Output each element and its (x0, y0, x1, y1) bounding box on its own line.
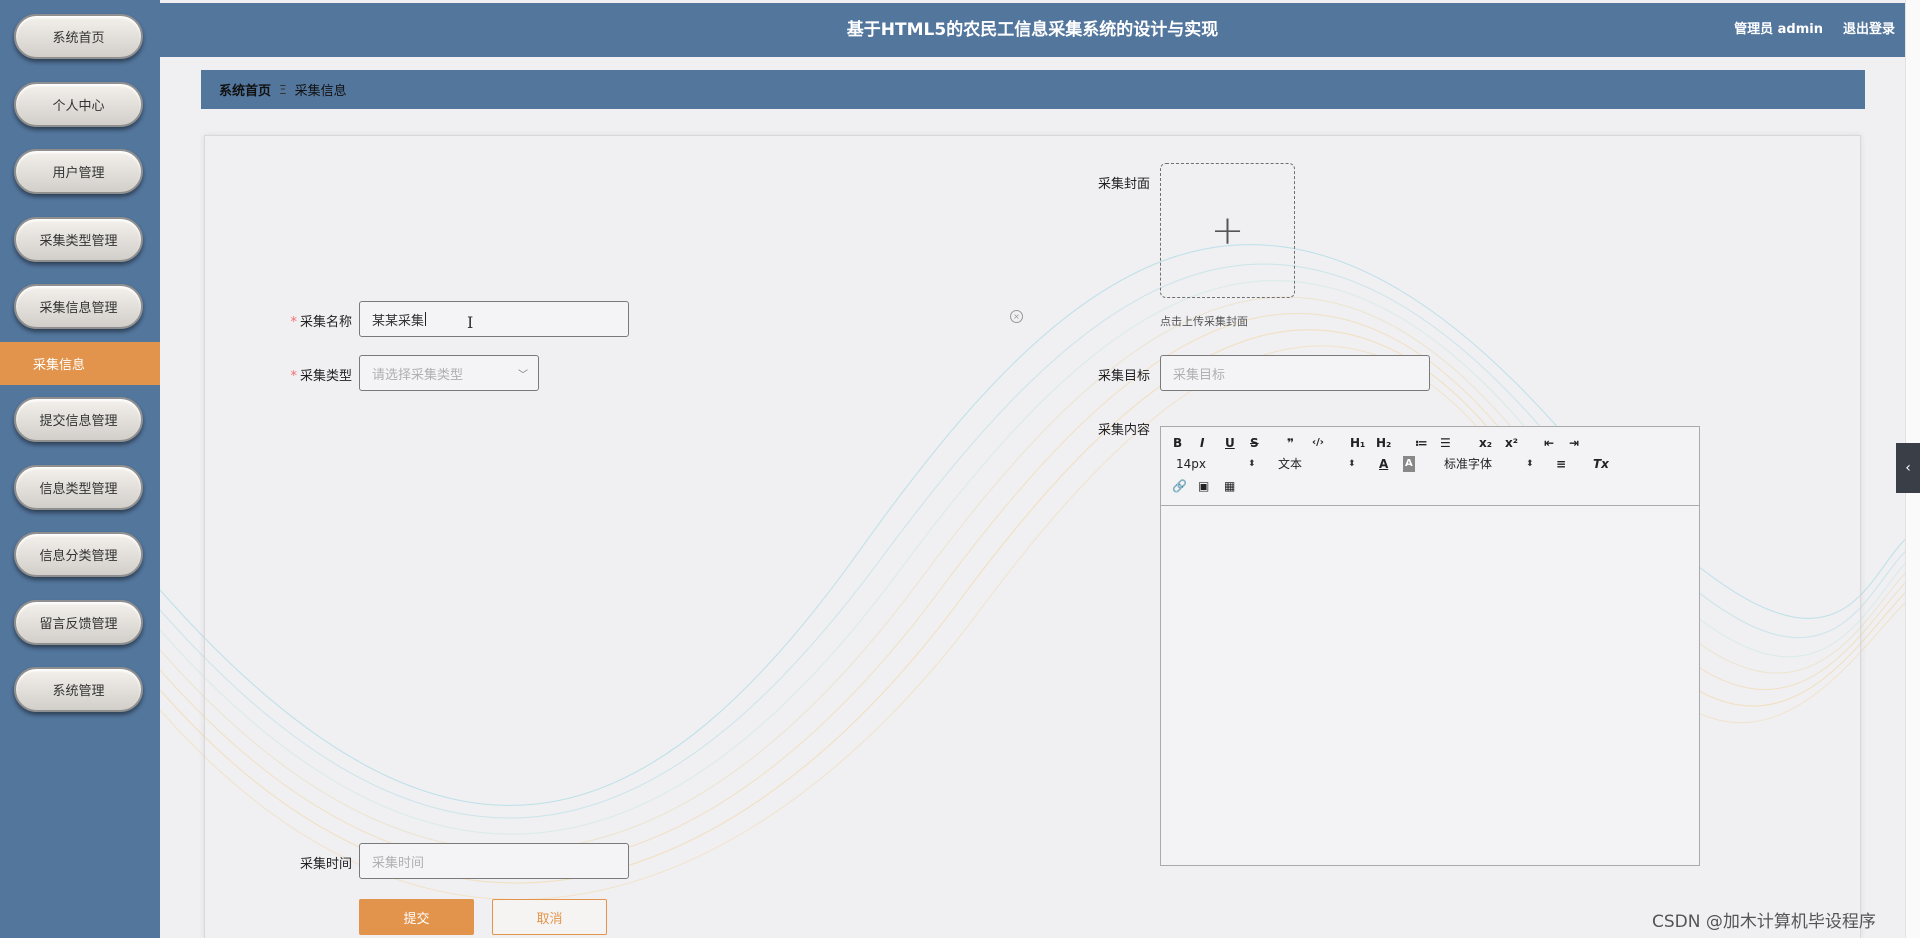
target-label: 采集目标 (1097, 369, 1150, 384)
select-arrows-icon: ⬍ (1248, 459, 1256, 469)
code-block-button[interactable]: ‹/› (1312, 435, 1324, 451)
watermark: CSDN @加木计算机毕设程序 (1652, 912, 1876, 932)
align-button[interactable]: ≡ (1556, 456, 1566, 472)
collection-name-input[interactable]: 某某采集 (359, 301, 629, 337)
background-color-button[interactable]: A (1403, 456, 1415, 472)
chevron-left-icon: ‹ (1905, 460, 1911, 476)
app-root: 系统首页 个人中心 用户管理 采集类型管理 采集信息管理 采集信息 提交信息管理… (0, 0, 1920, 938)
text-cursor-icon: I (467, 313, 474, 332)
plus-icon: + (1210, 207, 1245, 254)
rich-text-editor: B I U S ❞ ‹/› H₁ H₂ ≔ ☰ x₂ x² ⇤ ⇥ 14px ⬍ … (1160, 426, 1700, 866)
clean-format-button[interactable]: Tx (1593, 456, 1609, 472)
ordered-list-button[interactable]: ≔ (1415, 435, 1428, 451)
editor-toolbar: B I U S ❞ ‹/› H₁ H₂ ≔ ☰ x₂ x² ⇤ ⇥ 14px ⬍ … (1161, 427, 1699, 506)
sidebar: 系统首页 个人中心 用户管理 采集类型管理 采集信息管理 采集信息 提交信息管理… (0, 0, 160, 938)
collection-time-input[interactable]: 采集时间 (359, 843, 629, 879)
top-header: 基于HTML5的农民工信息采集系统的设计与实现 管理员 admin 退出登录 (160, 3, 1905, 57)
name-label: * 采集名称 (290, 315, 352, 330)
sidebar-item-collection-info[interactable]: 采集信息 (0, 342, 160, 385)
blockquote-button[interactable]: ❞ (1287, 435, 1294, 451)
content-label: 采集内容 (1097, 423, 1150, 438)
clear-icon[interactable]: × (1010, 310, 1023, 323)
font-size-select[interactable]: 14px ⬍ (1176, 456, 1256, 472)
app-title: 基于HTML5的农民工信息采集系统的设计与实现 (846, 20, 1219, 40)
collection-target-input[interactable]: 采集目标 (1160, 355, 1430, 391)
link-icon[interactable]: 🔗 (1172, 478, 1187, 494)
current-user: 管理员 admin (1734, 22, 1823, 37)
logout-link[interactable]: 退出登录 (1843, 3, 1895, 57)
bold-button[interactable]: B (1173, 435, 1182, 451)
breadcrumb-home[interactable]: 系统首页 (219, 80, 271, 99)
type-label: * 采集类型 (290, 369, 352, 384)
time-label: 采集时间 (299, 857, 352, 872)
submit-button[interactable]: 提交 (359, 899, 474, 935)
upload-tip: 点击上传采集封面 (1160, 315, 1248, 328)
paragraph-select[interactable]: 文本 ⬍ (1278, 456, 1358, 472)
sidebar-item-submission-management[interactable]: 提交信息管理 (14, 397, 143, 442)
outdent-button[interactable]: ⇤ (1544, 435, 1554, 451)
sidebar-item-feedback-management[interactable]: 留言反馈管理 (14, 600, 143, 645)
image-icon[interactable]: ▣ (1198, 478, 1209, 494)
underline-button[interactable]: U (1225, 435, 1235, 451)
strike-button[interactable]: S (1250, 435, 1259, 451)
sidebar-item-collection-type-management[interactable]: 采集类型管理 (14, 217, 143, 262)
breadcrumb-current: 采集信息 (294, 84, 347, 99)
sidebar-item-system-management[interactable]: 系统管理 (14, 667, 143, 712)
sidebar-item-personal-center[interactable]: 个人中心 (14, 82, 143, 127)
breadcrumb-separator: Ξ (279, 82, 287, 97)
font-family-select[interactable]: 标准字体 ⬍ (1444, 456, 1534, 472)
bullet-list-button[interactable]: ☰ (1440, 435, 1451, 451)
italic-button[interactable]: I (1200, 435, 1204, 451)
header2-button[interactable]: H₂ (1376, 435, 1391, 451)
header1-button[interactable]: H₁ (1350, 435, 1365, 451)
collection-type-select[interactable]: 请选择采集类型 ﹀ (359, 355, 539, 391)
sidebar-item-user-management[interactable]: 用户管理 (14, 149, 143, 194)
select-arrows-icon: ⬍ (1526, 459, 1534, 469)
sidebar-item-info-type-management[interactable]: 信息类型管理 (14, 465, 143, 510)
breadcrumb: 系统首页 Ξ 采集信息 (201, 70, 1865, 109)
subscript-button[interactable]: x₂ (1479, 435, 1492, 451)
sidebar-item-home[interactable]: 系统首页 (14, 14, 143, 59)
video-icon[interactable]: ▦ (1224, 478, 1235, 494)
collapse-panel-button[interactable]: ‹ (1896, 443, 1920, 493)
cover-upload[interactable]: + (1160, 163, 1295, 298)
select-arrows-icon: ⬍ (1348, 459, 1356, 469)
cover-label: 采集封面 (1097, 177, 1150, 192)
sidebar-item-collection-info-management[interactable]: 采集信息管理 (14, 284, 143, 329)
sidebar-item-info-category-management[interactable]: 信息分类管理 (14, 532, 143, 577)
cancel-button[interactable]: 取消 (492, 899, 607, 935)
chevron-down-icon: ﹀ (518, 370, 528, 381)
superscript-button[interactable]: x² (1505, 435, 1518, 451)
indent-button[interactable]: ⇥ (1569, 435, 1579, 451)
font-color-button[interactable]: A (1379, 456, 1388, 472)
